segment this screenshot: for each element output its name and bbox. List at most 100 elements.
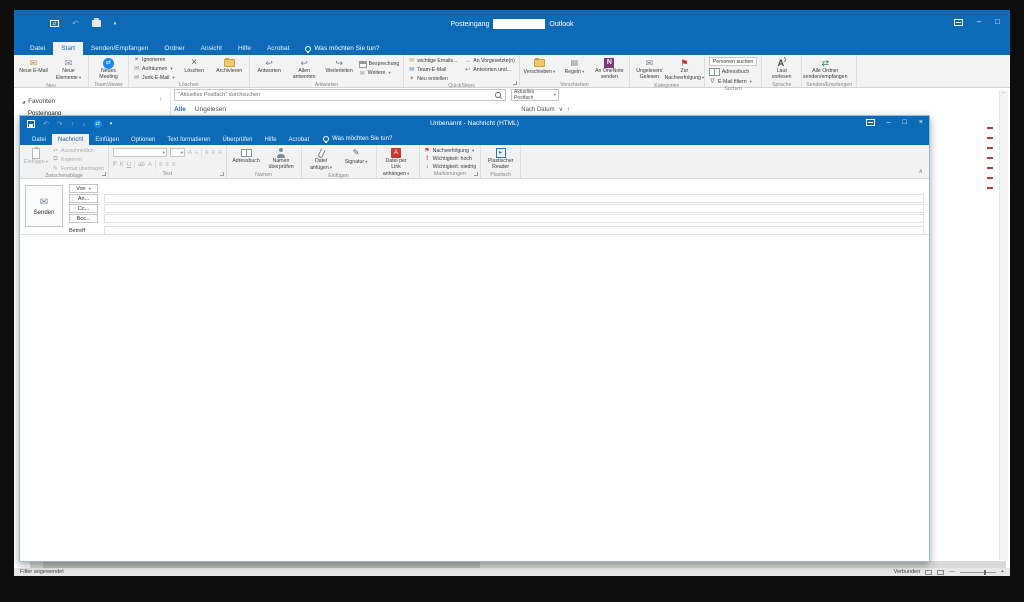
- horizontal-scrollbar-thumb[interactable]: [43, 561, 480, 568]
- zwischenablage-dialog-launcher[interactable]: [102, 172, 106, 176]
- quicksteps-dialog-launcher[interactable]: [513, 81, 517, 85]
- zoom-in-icon[interactable]: +: [1001, 569, 1004, 575]
- read-aloud-button[interactable]: A Laut vorlesen: [766, 57, 797, 81]
- italic-button[interactable]: K: [120, 162, 124, 168]
- minimize-icon[interactable]: –: [887, 119, 891, 126]
- from-button[interactable]: Von▾: [69, 184, 98, 193]
- tab-acrobat[interactable]: Acrobat: [282, 134, 315, 145]
- cc-field[interactable]: [104, 204, 924, 213]
- favorites-header[interactable]: ◢ Favoriten: [22, 98, 55, 105]
- zoom-slider[interactable]: [960, 572, 996, 573]
- addressbook-button[interactable]: Adressbuch: [231, 147, 262, 171]
- paste-button[interactable]: Einfügen▾: [24, 147, 48, 172]
- copy-button[interactable]: ⧉Kopieren: [52, 156, 104, 163]
- ribbon-display-options-icon[interactable]: [866, 119, 875, 126]
- horizontal-scrollbar[interactable]: [30, 561, 1006, 568]
- font-size-select[interactable]: ▾: [170, 148, 185, 157]
- immersive-reader-button[interactable]: Plastischer Reader: [485, 147, 516, 171]
- junk-button[interactable]: ✉Junk-E-Mail▾: [133, 74, 175, 81]
- new-items-button[interactable]: ✉ Neue Elemente▾: [53, 57, 84, 82]
- bold-button[interactable]: F: [113, 162, 117, 168]
- maximize-icon[interactable]: □: [995, 18, 1000, 26]
- search-input[interactable]: [178, 92, 495, 98]
- tab-optionen[interactable]: Optionen: [125, 134, 161, 145]
- underline-button[interactable]: U: [127, 162, 131, 168]
- tell-me-search[interactable]: Was möchten Sie tun?: [315, 133, 400, 145]
- new-meeting-button[interactable]: ⇄ Neues Meeting: [93, 57, 124, 81]
- tab-ansicht[interactable]: Ansicht: [193, 42, 230, 55]
- forward-button[interactable]: ↪ Weiterleiten: [324, 57, 355, 81]
- reply-all-button[interactable]: ↩ Allen antworten: [289, 57, 320, 81]
- bullet-list-icon[interactable]: ≡: [205, 150, 209, 156]
- unread-read-button[interactable]: ✉ Ungelesen/ Gelesen: [634, 57, 665, 82]
- tab-text-formatieren[interactable]: Text formatieren: [161, 134, 216, 145]
- more-respond-button[interactable]: ✉Weitere▾: [359, 70, 400, 77]
- normal-view-icon[interactable]: [925, 570, 932, 575]
- minimize-icon[interactable]: –: [977, 18, 981, 26]
- filter-email-button[interactable]: ∇E-Mail filtern▾: [709, 78, 757, 85]
- grow-font-icon[interactable]: A: [188, 150, 192, 156]
- reading-view-icon[interactable]: [937, 570, 944, 575]
- tab-hilfe[interactable]: Hilfe: [258, 134, 282, 145]
- text-dialog-launcher[interactable]: [220, 172, 224, 176]
- quickstep-antworten-und[interactable]: ↩Antworten und...: [464, 66, 515, 73]
- followup-button[interactable]: ⚑Nachverfolgung▾: [424, 147, 477, 154]
- meeting-button[interactable]: Besprechung: [359, 61, 400, 68]
- bcc-button[interactable]: Bcc...: [69, 214, 98, 223]
- quickstep-team-email[interactable]: ✉Team-E-Mail: [408, 66, 457, 73]
- new-email-button[interactable]: ✉ Neue E-Mail: [18, 57, 49, 82]
- minimize-pane-icon[interactable]: ↑: [159, 97, 162, 103]
- search-box[interactable]: [174, 89, 506, 101]
- addressbook-button[interactable]: Adressbuch: [709, 68, 757, 76]
- attach-file-button[interactable]: Datei anfügen▾: [306, 147, 337, 172]
- quickstep-an-vorgesetzte[interactable]: →An Vorgesetzte(n): [464, 57, 515, 64]
- cc-button[interactable]: Cc...: [69, 204, 98, 213]
- font-name-select[interactable]: ▾: [113, 148, 167, 157]
- bcc-field[interactable]: [104, 214, 924, 223]
- zoom-out-icon[interactable]: —: [949, 569, 955, 575]
- format-painter-button[interactable]: ✎Format übertragen: [52, 165, 104, 172]
- close-icon[interactable]: ×: [919, 119, 923, 126]
- collapse-ribbon-icon[interactable]: ∧: [919, 168, 923, 175]
- markierungen-dialog-launcher[interactable]: [474, 172, 478, 176]
- tab-hilfe[interactable]: Hilfe: [230, 42, 259, 55]
- send-receive-all-button[interactable]: ⇄ Alle Ordner senden/empfangen: [806, 57, 844, 81]
- numbered-list-icon[interactable]: ≡: [212, 150, 216, 156]
- ignore-button[interactable]: ×Ignorieren: [133, 57, 175, 63]
- from-field[interactable]: [104, 184, 924, 193]
- tab-senden-empfangen[interactable]: Senden/Empfangen: [83, 42, 156, 55]
- cut-button[interactable]: ✂Ausschneiden: [52, 147, 104, 154]
- sort-dropdown-icon[interactable]: ∨: [559, 106, 563, 113]
- filter-all-tab[interactable]: Alle: [174, 106, 186, 113]
- find-people-box[interactable]: Personen suchen: [709, 57, 757, 66]
- reply-button[interactable]: ↩ Antworten: [254, 57, 285, 81]
- quickstep-neu-erstellen[interactable]: ✦Neu erstellen: [408, 75, 457, 82]
- tab-nachricht[interactable]: Nachricht: [52, 134, 89, 145]
- tab-datei[interactable]: Datei: [26, 134, 52, 145]
- followup-button[interactable]: ⚑ Zur Nachverfolgung▾: [669, 57, 700, 82]
- tab-datei[interactable]: Datei: [22, 42, 53, 55]
- tell-me-search[interactable]: Was möchten Sie tun?: [297, 42, 387, 55]
- check-names-button[interactable]: Namen überprüfen: [266, 147, 297, 171]
- zoom-slider-thumb[interactable]: [984, 570, 986, 575]
- font-color-icon[interactable]: A: [148, 162, 152, 168]
- vertical-scrollbar[interactable]: ⌐: [999, 90, 1008, 560]
- onenote-button[interactable]: N An OneNote senden: [594, 57, 625, 81]
- send-button[interactable]: ✉ Senden: [25, 185, 63, 227]
- to-button[interactable]: An...: [69, 194, 98, 203]
- ribbon-display-options-icon[interactable]: [954, 19, 963, 26]
- sort-direction-icon[interactable]: ↑: [567, 107, 570, 113]
- delete-button[interactable]: × Löschen: [179, 57, 210, 81]
- align-left-icon[interactable]: ≡: [159, 162, 163, 168]
- tab-start[interactable]: Start: [53, 42, 83, 55]
- attach-via-link-button[interactable]: Datei per Link anhängen▾: [381, 147, 412, 177]
- align-center-icon[interactable]: ≡: [165, 162, 169, 168]
- signature-button[interactable]: ✎ Signatur▾: [341, 147, 372, 172]
- tab-ueberpruefen[interactable]: Überprüfen: [216, 134, 258, 145]
- tab-einfuegen[interactable]: Einfügen: [89, 134, 125, 145]
- move-button[interactable]: Verschieben▾: [524, 57, 555, 81]
- sort-by-date[interactable]: Nach Datum: [521, 107, 554, 113]
- rules-button[interactable]: ▤ Regeln▾: [559, 57, 590, 81]
- indent-icon[interactable]: ≡: [218, 150, 222, 156]
- maximize-icon[interactable]: □: [903, 119, 907, 126]
